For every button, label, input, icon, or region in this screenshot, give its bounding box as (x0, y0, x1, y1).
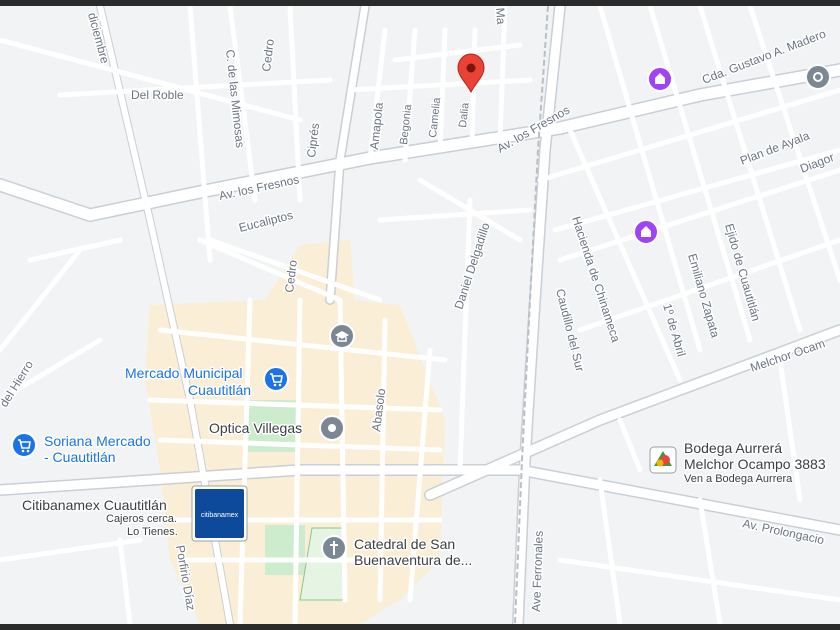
street-label-del-roble: Del Roble (131, 88, 184, 102)
bottom-frame-bar (0, 624, 840, 630)
shopping-cart-icon (11, 432, 37, 458)
map-pin-icon (319, 415, 345, 441)
place-of-worship-icon[interactable] (647, 66, 673, 92)
park-cathedral (265, 525, 305, 575)
school-icon[interactable] (329, 323, 355, 349)
street-label-ferronales: Ave Ferronales (529, 531, 546, 613)
map-canvas[interactable]: diciembre Del Roble C. de las Mimosas Ce… (0, 0, 840, 630)
bodega-aurrera-logo-icon (649, 446, 677, 474)
catedral-label-line1: Catedral de San (354, 536, 455, 552)
citi-logo-text: citibanamex (201, 512, 239, 519)
place-of-worship-icon-2[interactable] (633, 219, 659, 245)
mercado-label-line1: Mercado Municipal (125, 365, 243, 381)
bodega-label-line2: Melchor Ocampo 3883 (684, 456, 826, 472)
museum-icon[interactable] (805, 64, 831, 90)
church-cross-icon (321, 535, 347, 561)
citi-label: Citibanamex Cuautitlán (22, 497, 167, 513)
soriana-label-line2: - Cuautitlán (44, 449, 116, 465)
optica-label: Optica Villegas (209, 420, 302, 436)
soriana-label-line1: Soriana Mercado (44, 433, 151, 449)
bodega-sub: Ven a Bodega Aurrera (684, 473, 793, 485)
top-frame-bar (0, 0, 840, 6)
mercado-label-line2: Cuautitlán (188, 382, 251, 398)
citi-sub-line1: Cajeros cerca. (106, 513, 177, 525)
street-label-madero-top: Ma (493, 7, 508, 25)
bodega-label-line1: Bodega Aurrerá (684, 440, 782, 456)
catedral-label-line2: Buenaventura de... (354, 552, 472, 568)
citibanamex-logo-icon: citibanamex (191, 485, 248, 542)
citi-sub-line2: Lo Tienes. (127, 526, 178, 538)
shopping-cart-icon (263, 366, 289, 392)
